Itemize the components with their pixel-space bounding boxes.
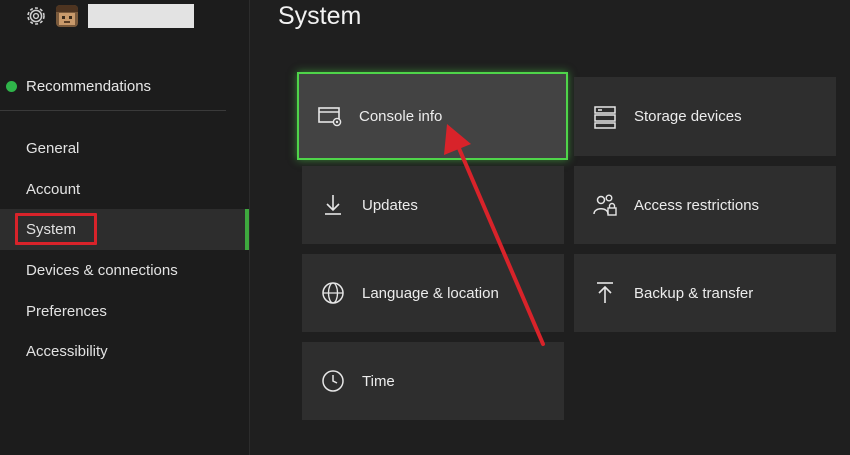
sidebar-item-preferences[interactable]: Preferences [0,291,249,332]
sidebar-item-label: Preferences [26,302,107,320]
page-title: System [278,2,362,30]
tile-updates[interactable]: Updates [302,166,564,244]
tile-language-location[interactable]: Language & location [302,254,564,332]
sidebar-divider [0,110,226,111]
tile-label: Language & location [362,284,499,302]
tile-label: Console info [359,107,443,125]
tile-console-info[interactable]: Console info [297,72,568,160]
sidebar-item-recommendations[interactable]: Recommendations [6,78,151,95]
globe-icon [322,282,344,304]
sidebar-item-devices-connections[interactable]: Devices & connections [0,250,249,291]
people-lock-icon [593,194,617,216]
sidebar-item-general[interactable]: General [0,128,249,169]
clock-icon [322,370,344,392]
tile-label: Time [362,372,395,390]
sidebar-item-label: Accessibility [26,343,108,361]
sidebar-item-label: Account [26,180,81,198]
tile-access-restrictions[interactable]: Access restrictions [574,166,836,244]
tile-backup-transfer[interactable]: Backup & transfer [574,254,836,332]
recommendations-label: Recommendations [26,78,152,95]
console-info-icon [318,107,342,127]
tile-label: Backup & transfer [634,284,754,302]
gear-icon[interactable] [24,4,48,28]
download-arrow-icon [325,195,341,215]
selected-indicator [245,209,249,251]
sidebar-item-label: General [26,139,80,157]
tile-storage-devices[interactable]: Storage devices [574,77,836,156]
sidebar-item-account[interactable]: Account [0,169,249,210]
tile-label: Updates [362,196,418,214]
sidebar-item-accessibility[interactable]: Accessibility [0,331,249,372]
top-bar [24,2,194,30]
storage-devices-icon [594,105,616,129]
status-dot-icon [6,81,17,92]
gamertag-redacted [88,4,194,28]
annotation-highlight-box [15,213,97,245]
tile-label: Access restrictions [634,196,760,214]
tile-label: Storage devices [634,108,742,125]
tile-time[interactable]: Time [302,342,564,420]
sidebar-nav: General Account System Devices & connect… [0,128,249,372]
avatar[interactable] [56,5,78,27]
sidebar-item-label: Devices & connections [26,261,178,279]
upload-arrow-icon [597,282,613,303]
